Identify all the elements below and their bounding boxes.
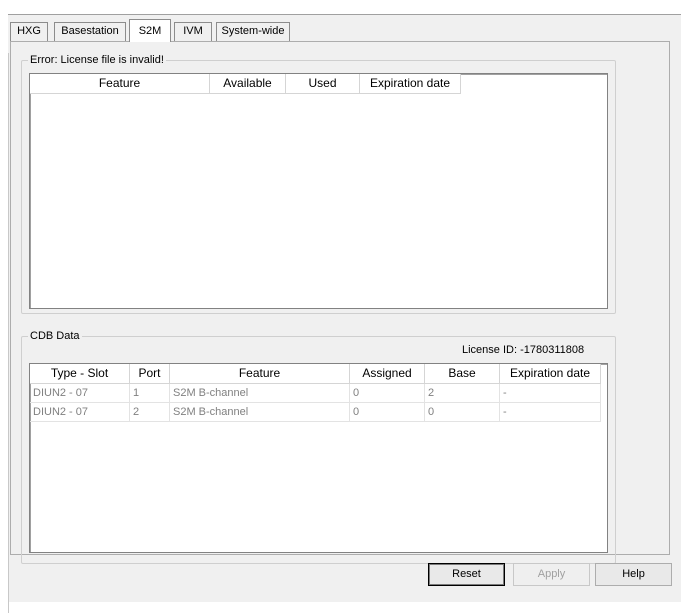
table-row[interactable]: DIUN2 - 07 1 S2M B-channel 0 2 - (30, 384, 601, 403)
tab-s2m[interactable]: S2M (129, 19, 171, 42)
cdb-data-list[interactable]: Type - Slot Port Feature Assigned Base E… (29, 363, 608, 553)
col-base[interactable]: Base (425, 364, 500, 384)
col-feature[interactable]: Feature (30, 74, 210, 94)
s2m-panel: Error: License file is invalid! Feature … (10, 41, 670, 564)
license-dialog: HXG Basestation S2M IVM System-wide Erro… (8, 14, 681, 613)
license-feature-list[interactable]: Feature Available Used Expiration date (29, 73, 608, 309)
apply-button[interactable]: Apply (513, 563, 590, 586)
col-used[interactable]: Used (286, 74, 360, 94)
cdb-data-title: CDB Data (28, 329, 82, 343)
license-error-title: Error: License file is invalid! (28, 53, 166, 67)
tab-system-wide[interactable]: System-wide (216, 22, 290, 41)
license-group: Error: License file is invalid! Feature … (21, 53, 616, 314)
cell-type-slot: DIUN2 - 07 (30, 403, 130, 422)
col-type-slot[interactable]: Type - Slot (30, 364, 130, 384)
col-expiration-date[interactable]: Expiration date (500, 364, 601, 384)
tab-ivm[interactable]: IVM (174, 22, 212, 41)
col-available[interactable]: Available (210, 74, 286, 94)
cdb-list-header: Type - Slot Port Feature Assigned Base E… (30, 364, 601, 384)
cell-type-slot: DIUN2 - 07 (30, 384, 130, 403)
cell-assigned: 0 (350, 384, 425, 403)
table-row[interactable]: DIUN2 - 07 2 S2M B-channel 0 0 - (30, 403, 601, 422)
cell-feature: S2M B-channel (170, 384, 350, 403)
cell-port: 1 (130, 384, 170, 403)
cell-base: 2 (425, 384, 500, 403)
license-list-header: Feature Available Used Expiration date (30, 74, 461, 94)
col-feature[interactable]: Feature (170, 364, 350, 384)
cdb-rows: DIUN2 - 07 1 S2M B-channel 0 2 - DIUN2 -… (30, 384, 601, 422)
cell-base: 0 (425, 403, 500, 422)
tab-hxg[interactable]: HXG (10, 22, 48, 41)
tab-basestation[interactable]: Basestation (54, 22, 126, 41)
col-assigned[interactable]: Assigned (350, 364, 425, 384)
cell-expiration-date: - (500, 403, 601, 422)
help-button[interactable]: Help (595, 563, 672, 586)
col-expiration-date[interactable]: Expiration date (360, 74, 461, 94)
license-id-label: License ID: -1780311808 (462, 344, 585, 356)
cell-assigned: 0 (350, 403, 425, 422)
cdb-data-group: CDB Data License ID: -1780311808 Type - … (21, 329, 616, 564)
cell-expiration-date: - (500, 384, 601, 403)
cell-port: 2 (130, 403, 170, 422)
col-port[interactable]: Port (130, 364, 170, 384)
window-edge (8, 53, 9, 613)
cell-feature: S2M B-channel (170, 403, 350, 422)
reset-button[interactable]: Reset (428, 563, 505, 586)
